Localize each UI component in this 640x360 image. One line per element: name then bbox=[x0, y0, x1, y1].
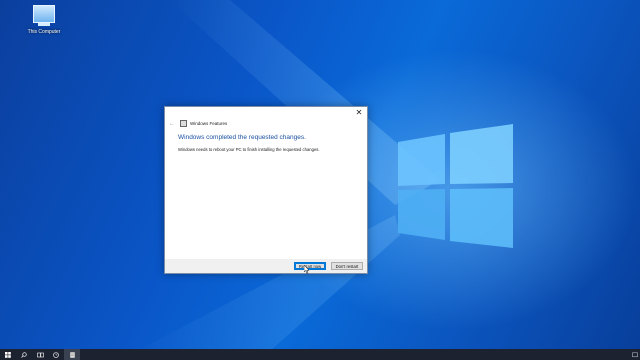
taskbar bbox=[0, 349, 640, 360]
task-view-icon[interactable] bbox=[32, 349, 48, 360]
dialog-footer: Restart now Don't restart bbox=[165, 259, 367, 274]
search-icon[interactable] bbox=[16, 349, 32, 360]
back-arrow-icon[interactable]: ← bbox=[169, 121, 177, 127]
start-icon[interactable] bbox=[0, 349, 16, 360]
windows-features-icon bbox=[180, 120, 187, 127]
wallpaper-windows-logo bbox=[398, 124, 513, 248]
desktop-icon-label: This Computer bbox=[27, 29, 61, 35]
mouse-cursor-icon bbox=[304, 265, 310, 274]
restart-now-button[interactable]: Restart now bbox=[294, 262, 326, 270]
dont-restart-button[interactable]: Don't restart bbox=[331, 262, 363, 270]
computer-icon bbox=[33, 5, 55, 26]
windows-features-dialog: ✕ ← Windows Features Windows completed t… bbox=[164, 106, 368, 274]
window-title: Windows Features bbox=[190, 121, 228, 126]
dialog-nav-row: ← Windows Features bbox=[165, 119, 367, 128]
dialog-message: Windows needs to reboot your PC to finis… bbox=[178, 147, 320, 152]
dialog-titlebar: ✕ bbox=[165, 107, 367, 119]
this-computer-desktop-icon[interactable]: This Computer bbox=[24, 2, 64, 36]
dialog-heading: Windows completed the requested changes. bbox=[178, 134, 306, 141]
windows-features-app-icon[interactable] bbox=[64, 349, 80, 360]
close-button[interactable]: ✕ bbox=[354, 108, 364, 118]
desktop: This Computer ✕ ← Windows Features Windo… bbox=[0, 0, 640, 360]
notifications-icon[interactable] bbox=[630, 349, 640, 360]
clock-app-icon[interactable] bbox=[48, 349, 64, 360]
